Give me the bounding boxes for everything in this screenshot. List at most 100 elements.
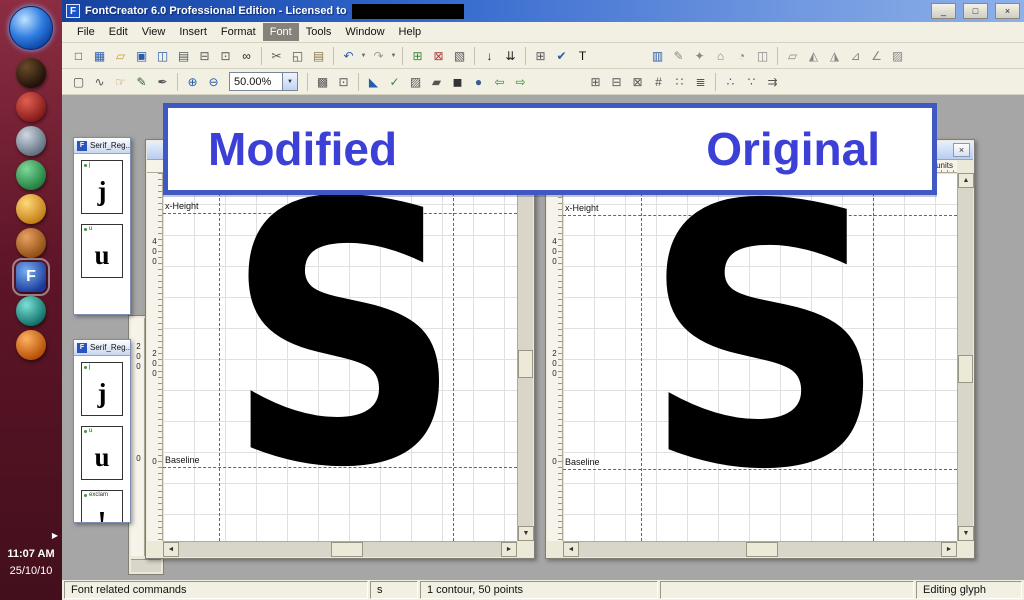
scrollbar-thumb[interactable] [518, 350, 533, 378]
codepage-mapping-icon[interactable]: ⊞ [530, 45, 551, 66]
glyph-shape-modified[interactable]: S [225, 173, 464, 517]
scroll-up-icon[interactable]: ▲ [958, 173, 974, 188]
fill-mode-icon[interactable]: ◼ [447, 71, 468, 92]
knife-tool-icon[interactable]: ✒ [152, 71, 173, 92]
delete-glyph-icon[interactable]: ⊠ [428, 45, 449, 66]
lasso-tool-icon[interactable]: ∿ [89, 71, 110, 92]
previous-glyph-icon[interactable]: ⇦ [489, 71, 510, 92]
show-point-numbers-icon[interactable]: ∵ [741, 71, 762, 92]
contour-direction-icon[interactable]: ◣ [363, 71, 384, 92]
scroll-left-icon[interactable]: ◄ [563, 542, 579, 557]
open-font-icon[interactable]: ▱ [110, 45, 131, 66]
taskbar-app-icon-9[interactable] [16, 330, 46, 360]
autonaming-icon[interactable]: ⇊ [500, 45, 521, 66]
show-grid-icon[interactable]: ⊞ [585, 71, 606, 92]
scroll-down-icon[interactable]: ▼ [958, 526, 974, 541]
scrollbar-thumb[interactable] [958, 355, 973, 383]
zoom-combobox[interactable]: 50.00% ▼ [229, 72, 298, 91]
transform-slant-icon[interactable]: ⊿ [845, 45, 866, 66]
start-button[interactable] [9, 6, 53, 50]
taskbar-app-icon-2[interactable] [16, 92, 46, 122]
undo-icon[interactable]: ↶ [338, 45, 359, 66]
vertical-ruler[interactable]: 400 200 0 [547, 173, 563, 541]
toggle-background-image-icon[interactable]: ✎ [668, 45, 689, 66]
print-icon[interactable]: ⊟ [194, 45, 215, 66]
hand-tool-icon[interactable]: ☞ [110, 71, 131, 92]
toggle-transform-panel-icon[interactable]: ✦ [689, 45, 710, 66]
redo-icon[interactable]: ↷ [368, 45, 389, 66]
glyph-cell-u[interactable]: uu [81, 426, 123, 480]
find-glyph-icon[interactable]: ∞ [236, 45, 257, 66]
glyph-cell-j[interactable]: jj [81, 362, 123, 416]
toggle-preview-panel-icon[interactable]: ▨ [887, 45, 908, 66]
palette-titlebar[interactable]: F Serif_Reg... [74, 138, 130, 154]
show-points-icon[interactable]: ∴ [720, 71, 741, 92]
horizontal-scrollbar[interactable]: ◄ ► [563, 541, 957, 557]
sidebar-expand-arrow[interactable]: ▶ [52, 531, 58, 540]
menu-font[interactable]: Font [262, 23, 299, 41]
save-font-icon[interactable]: ▣ [131, 45, 152, 66]
scrollbar-thumb[interactable] [331, 542, 363, 557]
taskbar-app-icon-8[interactable] [16, 296, 46, 326]
vertical-ruler[interactable]: 400 200 0 [147, 173, 163, 541]
taskbar-app-icon-4[interactable] [16, 160, 46, 190]
insert-glyph-icon[interactable]: ⊞ [407, 45, 428, 66]
draw-contours-tool-icon[interactable]: ✎ [131, 71, 152, 92]
show-metric-lines-icon[interactable]: ⊠ [627, 71, 648, 92]
glyph-window-close-icon[interactable]: × [953, 143, 970, 157]
minimize-button[interactable]: _ [931, 3, 956, 19]
menu-edit[interactable]: Edit [102, 23, 135, 41]
menu-help[interactable]: Help [392, 23, 429, 41]
zoom-in-icon[interactable]: ⊕ [182, 71, 203, 92]
sort-glyphs-icon[interactable]: ↓ [479, 45, 500, 66]
glyph-cell-exclam[interactable]: exclam! [81, 490, 123, 522]
taskbar-app-icon-6[interactable] [16, 228, 46, 258]
toggle-metrics-panel-icon[interactable]: ⌂ [710, 45, 731, 66]
horizontal-scrollbar[interactable]: ◄ ► [163, 541, 517, 557]
glyph-cell-j[interactable]: jj [81, 160, 123, 214]
export-font-icon[interactable]: ▤ [173, 45, 194, 66]
background-window-scrollbar[interactable] [131, 559, 161, 572]
left-sidebearing-guide[interactable] [219, 173, 220, 541]
resize-grip[interactable] [957, 541, 973, 557]
glyph-canvas-modified[interactable]: x-Height Baseline S [163, 173, 517, 541]
print-preview-icon[interactable]: ⊡ [215, 45, 236, 66]
show-guidelines-icon[interactable]: ⊟ [606, 71, 627, 92]
resize-grip[interactable] [517, 541, 533, 557]
transform-mirror-icon[interactable]: ◮ [824, 45, 845, 66]
menu-file[interactable]: File [70, 23, 102, 41]
copy-icon[interactable]: ◱ [287, 45, 308, 66]
scroll-left-icon[interactable]: ◄ [163, 542, 179, 557]
taskbar-app-icon-5[interactable] [16, 194, 46, 224]
outline-mode-icon[interactable]: ▰ [426, 71, 447, 92]
zoom-dropdown-arrow-icon[interactable]: ▼ [282, 73, 297, 90]
transform-scale-icon[interactable]: ∠ [866, 45, 887, 66]
join-contours-icon[interactable]: ▨ [405, 71, 426, 92]
edit-tool-icon[interactable]: ▢ [68, 71, 89, 92]
redo-dropdown-icon[interactable]: ▼ [389, 53, 398, 59]
title-bar[interactable]: F FontCreator 6.0 Professional Edition -… [62, 0, 1024, 22]
transform-rotate-icon[interactable]: ◭ [803, 45, 824, 66]
taskbar-app-icon-1[interactable] [16, 58, 46, 88]
save-all-icon[interactable]: ◫ [152, 45, 173, 66]
curve-mode-icon[interactable]: ● [468, 71, 489, 92]
validate-font-icon[interactable]: ✔ [551, 45, 572, 66]
paste-icon[interactable]: ▤ [308, 45, 329, 66]
snap-to-grid-icon[interactable]: # [648, 71, 669, 92]
scroll-down-icon[interactable]: ▼ [518, 526, 534, 541]
glyph-cell-u[interactable]: uu [81, 224, 123, 278]
palette-titlebar[interactable]: F Serif_Reg... [74, 340, 130, 356]
menu-tools[interactable]: Tools [299, 23, 339, 41]
scroll-right-icon[interactable]: ► [941, 542, 957, 557]
menu-view[interactable]: View [135, 23, 173, 41]
scrollbar-thumb[interactable] [746, 542, 778, 557]
show-directions-icon[interactable]: ⇉ [762, 71, 783, 92]
cut-icon[interactable]: ✂ [266, 45, 287, 66]
undo-dropdown-icon[interactable]: ▼ [359, 53, 368, 59]
validate-contour-icon[interactable]: ✓ [384, 71, 405, 92]
taskbar-app-icon-3[interactable] [16, 126, 46, 156]
vertical-scrollbar[interactable]: ▲ ▼ [517, 173, 534, 541]
toggle-kerning-panel-icon[interactable]: ◔ [731, 45, 752, 66]
next-glyph-icon[interactable]: ⇨ [510, 71, 531, 92]
zoom-out-icon[interactable]: ⊖ [203, 71, 224, 92]
